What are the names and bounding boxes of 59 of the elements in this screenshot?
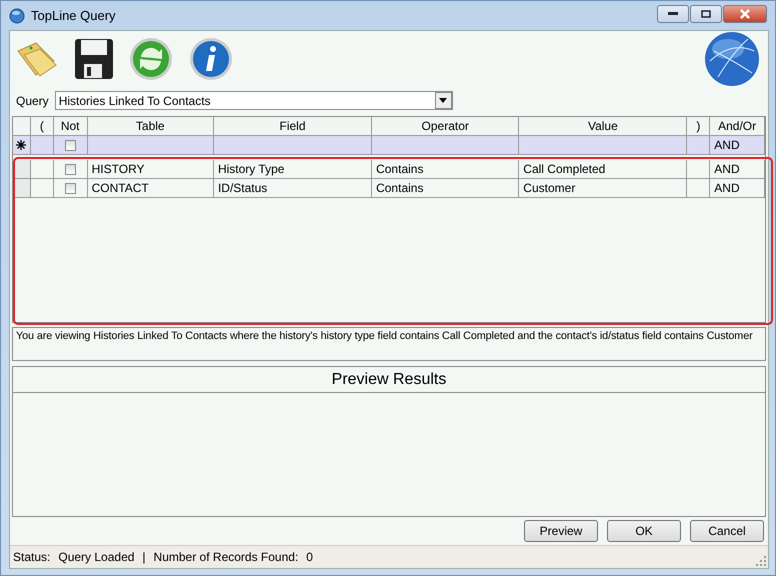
table-cell[interactable] [30,136,54,155]
new-row-icon [15,139,27,151]
globe-icon [704,31,760,87]
minimize-icon [668,12,678,16]
query-description: You are viewing Histories Linked To Contacts where the history's history type field contains Call Completed and the contact's id/status field contains Customer [12,327,766,361]
table-cell: Contains [372,160,520,179]
column-header[interactable]: Table [88,117,214,136]
column-header[interactable]: ( [30,117,54,136]
checkbox[interactable] [64,164,76,174]
row-header[interactable] [13,136,31,155]
column-header[interactable]: Field [214,117,372,136]
column-header[interactable]: Not [54,117,88,136]
maximize-icon [701,10,711,18]
table-cell: ID/Status [214,179,372,198]
column-header[interactable]: ) [687,117,710,136]
query-label: Query [16,94,49,108]
records-count: 0 [306,550,313,564]
query-dropdown[interactable]: Histories Linked To Contacts [54,91,453,110]
column-header[interactable]: Operator [372,117,520,136]
maximize-button[interactable] [690,5,722,23]
table-cell: Call Completed [519,160,688,179]
table-cell: AND [710,179,765,198]
table-cell [687,179,710,198]
minimize-button[interactable] [657,5,689,23]
column-header[interactable]: And/Or [710,117,765,136]
table-cell[interactable] [54,136,88,155]
checkbox[interactable] [64,140,76,150]
close-button[interactable] [723,5,767,23]
table-cell[interactable] [519,136,688,155]
refresh-icon[interactable] [128,36,174,82]
column-header[interactable]: Value [519,117,688,136]
close-icon [739,9,751,19]
separator: | [142,550,146,564]
info-icon[interactable] [188,36,234,82]
status-text: Query Loaded [58,550,134,564]
dialog-button[interactable]: Preview [524,520,598,542]
dialog-button[interactable]: Cancel [690,520,764,542]
table-cell: AND [710,160,765,179]
resize-grip-icon[interactable] [756,556,766,566]
table-cell: CONTACT [88,179,214,198]
globe-icon [9,8,25,24]
save-icon[interactable] [74,38,114,80]
table-cell: Customer [519,179,688,198]
table-cell[interactable] [214,136,372,155]
table-cell[interactable] [687,136,710,155]
caret-icon [439,98,448,103]
status-label: Status: [13,550,50,564]
table-cell: HISTORY [88,160,214,179]
records-label: Number of Records Found: [154,550,298,564]
window-title: TopLine Query [31,8,117,23]
table-cell[interactable] [372,136,520,155]
table-cell: History Type [214,160,372,179]
table-cell: AND [710,136,765,155]
table-cell [687,160,710,179]
table-cell: Contains [372,179,520,198]
checkbox[interactable] [64,182,76,194]
dialog-button[interactable]: OK [607,520,681,542]
table-cell[interactable] [88,136,214,155]
preview-title: Preview Results [13,367,765,393]
